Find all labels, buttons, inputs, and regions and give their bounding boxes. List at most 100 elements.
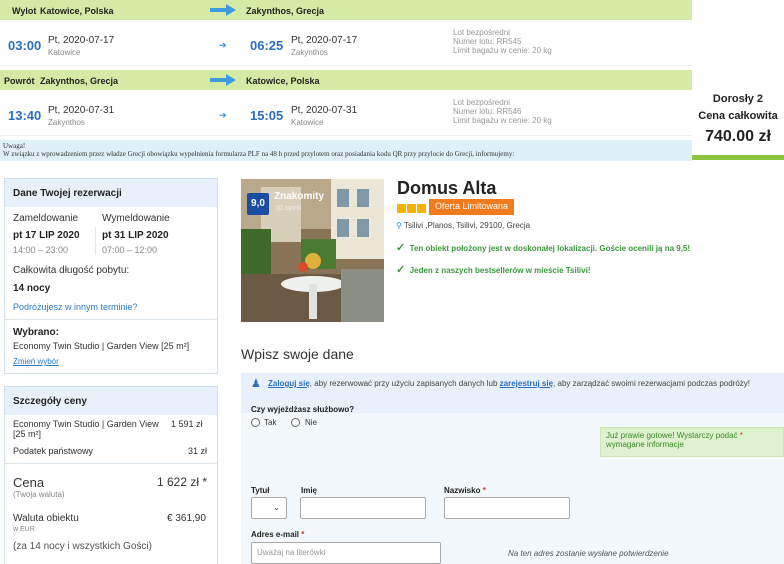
price-footnote: (za 14 nocy i wszystkich Gości) [13,541,152,552]
hotel-address: ⚲ Tsilivi ,Planos, Tsilivi, 29100, Grecj… [396,221,530,230]
notice-text: W związku z wprowadzeniem przez władze G… [3,150,515,158]
chevron-down-icon: ⌄ [273,503,280,512]
divider [95,227,96,255]
reservation-panel: Dane Twojej rezerwacji Zameldowanie Wyme… [4,178,218,374]
total-price: 740.00 zł [705,128,771,145]
flight-info: Lot bezpośredni Numer lotu: RR545 Limit … [453,28,552,55]
first-name-label: Imię [301,486,318,495]
dep-city: Zakynthos [48,118,85,127]
required-tip: Już prawie gotowe! Wystarczy podać * wyma… [600,427,784,457]
user-icon: ♟ [251,378,261,390]
divider [5,319,217,320]
radio-no-label: Nie [305,418,318,427]
price-details-panel: Szczegóły ceny Economy Twin Studio | Gar… [4,386,218,564]
info-baggage: Limit bagażu w cenie: 20 kg [453,46,552,55]
first-name-input[interactable] [300,497,426,519]
price-label: Cena [13,475,45,490]
offer-badge: Oferta Limitowana [429,199,515,215]
highlight-text: Ten obiekt położony jest w doskonałej lo… [409,244,691,253]
hotel-photo[interactable]: 9,0 Znakomity 10 opinii [241,179,384,322]
last-name-input[interactable] [444,497,570,519]
total-price-box: Dorosły 2 Cena całkowita 740.00 zł [692,0,784,145]
other-dates-link[interactable]: Podróżujesz w innym terminie? [13,302,138,312]
checkmark-icon: ✓ [396,264,406,276]
arr-city: Katowice [291,118,324,127]
dep-time: 03:00 [8,38,42,53]
arrow-right-icon [210,74,236,86]
radio-yes[interactable] [251,418,260,427]
notice-title: Uwaga! [3,142,26,150]
radio-no[interactable] [291,418,300,427]
flight-info: Lot bezpośredni Numer lotu: RR546 Limit … [453,98,552,125]
info-baggage: Limit bagażu w cenie: 20 kg [453,116,552,125]
outbound-from: Katowice, Polska [40,6,114,16]
total-label: Cena całkowita [698,110,778,122]
address-text: Tsilivi ,Planos, Tsilivi, 29100, Grecja [403,221,531,230]
hotel-name: Domus Alta [397,178,497,198]
email-label: Adres e-mail * [251,530,305,539]
outbound-header: Wylot Katowice, Polska Zakynthos, Grecja [0,0,692,20]
dep-date: Pt, 2020-07-31 [48,105,115,116]
highlight-text: Jeden z naszych bestsellerów w mieście T… [409,266,591,275]
arr-date: Pt, 2020-07-17 [291,35,358,46]
star-icon [407,204,416,213]
dep-date: Pt, 2020-07-17 [48,35,115,46]
title-select[interactable]: ⌄ [251,497,287,519]
email-label-text: Adres e-mail [251,530,300,539]
checkout-label: Wymeldowanie [102,213,170,224]
review-count: 10 opinii [275,205,302,212]
dep-city: Katowice [48,48,81,57]
prop-currency-label: Waluta obiektu [13,513,79,524]
email-placeholder: Uważaj na literówki [257,548,326,557]
small-arrow-icon: ➔ [219,40,227,50]
form-title: Wpisz swoje dane [241,346,354,362]
highlight-bestseller: ✓ Jeden z naszych bestsellerów w mieście… [396,263,591,276]
info-direct: Lot bezpośredni [453,98,510,107]
login-text-2: , aby zarządzać swoimi rezerwacjami podc… [553,379,751,388]
login-link[interactable]: Zaloguj się [268,379,310,388]
arr-time: 06:25 [250,38,284,53]
star-icon [417,204,426,213]
rating-word: Znakomity [274,191,325,202]
tip-text: Już prawie gotowe! Wystarczy podać [606,431,738,440]
tip-text-2: wymagane informacje [606,440,684,449]
arr-date: Pt, 2020-07-31 [291,105,358,116]
login-text: , aby rezerwować przy użyciu zapisanych … [309,379,500,388]
price-sub: (Twoja waluta) [13,490,65,499]
return-from: Zakynthos, Grecja [40,76,119,86]
email-input[interactable]: Uważaj na literówki [251,542,441,564]
prop-currency-value: € 361,90 [167,513,206,524]
pax-count: Dorosły 2 [712,93,764,105]
dep-time: 13:40 [8,108,42,123]
info-flight-no: Numer lotu: RR545 [453,37,522,46]
return-label: Powrót [4,76,35,86]
reservation-heading: Dane Twojej rezerwacji [5,179,217,207]
chosen-room: Economy Twin Studio | Garden View [25 m²… [13,341,190,351]
checkin-label: Zameldowanie [13,213,79,224]
stay-label: Całkowita długość pobytu: [13,265,130,276]
price-value: 1 622 zł * [157,475,208,489]
highlight-location: ✓ Ten obiekt położony jest w doskonałej … [396,241,690,254]
return-row: 13:40 Pt, 2020-07-31 Zakynthos ➔ 15:05 P… [0,90,692,136]
return-header: Powrót Zakynthos, Grecja Katowice, Polsk… [0,70,692,90]
change-selection-link[interactable]: Zmień wybór [13,357,59,366]
room-line: Economy Twin Studio | Garden View [25 m²… [13,419,159,439]
price-accent-bar [692,155,784,160]
notice-banner: Uwaga! W związku z wprowadzeniem przez w… [0,140,692,161]
tax-label: Podatek państwowy [13,446,94,456]
small-arrow-icon: ➔ [219,110,227,120]
checkin-hours: 14:00 – 23:00 [13,245,69,255]
star-icon [397,204,406,213]
return-to: Katowice, Polska [246,76,320,86]
checkout-date: pt 31 LIP 2020 [102,230,169,241]
last-name-text: Nazwisko [444,486,481,495]
last-name-label: Nazwisko * [444,486,486,495]
business-question: Czy wyjeżdżasz służbowo? [251,405,355,414]
outbound-label: Wylot [12,6,37,16]
arr-time: 15:05 [250,108,284,123]
divider [5,463,217,464]
info-direct: Lot bezpośredni [453,28,510,37]
checkout-hours: 07:00 – 12:00 [102,245,158,255]
register-link[interactable]: zarejestruj się [500,379,553,388]
tax-value: 31 zł [188,446,208,456]
